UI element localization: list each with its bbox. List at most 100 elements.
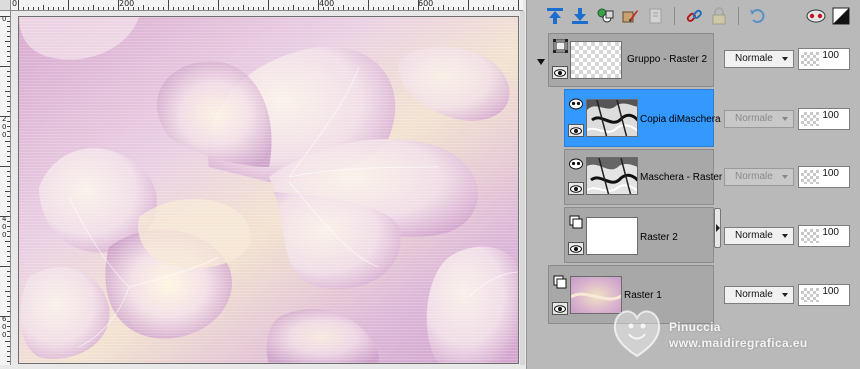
ruler-tick <box>513 7 514 10</box>
opacity-field[interactable]: 100 <box>798 48 850 70</box>
ruler-tick <box>7 76 10 77</box>
ruler-tick <box>63 7 64 10</box>
ruler-tick <box>473 7 474 10</box>
ruler-tick <box>258 7 259 10</box>
ruler-tick <box>303 7 304 10</box>
visibility-eye-icon[interactable] <box>568 182 584 195</box>
transparency-swatch <box>801 112 819 126</box>
ruler-tick <box>38 7 39 10</box>
undo-arrow-icon[interactable] <box>747 5 769 27</box>
ruler-tick <box>228 7 229 10</box>
ruler-tick <box>183 7 184 10</box>
ruler-tick <box>223 7 224 10</box>
ruler-tick <box>388 7 389 10</box>
ruler-tick <box>7 281 10 282</box>
ruler-tick <box>128 7 129 10</box>
layer-row-maschera-raster[interactable]: Maschera - Raster <box>564 149 722 205</box>
ruler-tick <box>378 7 379 10</box>
ruler-tick <box>208 7 209 10</box>
opacity-value: 100 <box>822 286 839 297</box>
layer-row-raster-2[interactable]: Raster 2 <box>564 207 714 263</box>
ruler-tick <box>5 191 10 192</box>
ruler-tick <box>7 176 10 177</box>
opacity-value: 100 <box>822 227 839 238</box>
mask-layer-icon <box>568 156 584 171</box>
ruler-tick <box>7 81 10 82</box>
expand-group-arrow-icon[interactable] <box>537 59 545 65</box>
ruler-tick <box>7 321 10 322</box>
ruler-tick <box>488 7 489 10</box>
blend-mode-select[interactable]: Normale <box>724 227 794 245</box>
ruler-tick <box>508 7 509 10</box>
ruler-tick <box>493 5 494 10</box>
contrast-icon[interactable] <box>830 5 852 27</box>
ruler-tick <box>7 131 10 132</box>
ruler-label: 0 <box>2 131 7 139</box>
ruler-tick <box>58 7 59 10</box>
ruler-tick <box>7 146 10 147</box>
opacity-field[interactable]: 100 <box>798 166 850 188</box>
opacity-field[interactable]: 100 <box>798 108 850 130</box>
visibility-eye-icon[interactable] <box>568 124 584 137</box>
ruler-tick <box>478 7 479 10</box>
blend-mode-select[interactable]: Normale <box>724 50 794 68</box>
layer-row-gruppo-raster-2[interactable]: Gruppo - Raster 2 <box>548 33 714 87</box>
ruler-tick <box>7 286 10 287</box>
visibility-eye-icon[interactable] <box>552 66 568 79</box>
link-layer-icon[interactable] <box>594 5 616 27</box>
move-layer-up-icon[interactable] <box>544 5 566 27</box>
ruler-tick <box>188 7 189 10</box>
canvas-image[interactable] <box>18 16 519 364</box>
ruler-tick <box>7 201 10 202</box>
ruler-tick <box>7 21 10 22</box>
blend-mode-select: Normale <box>724 110 794 128</box>
ruler-tick <box>178 7 179 10</box>
ruler-tick <box>0 66 10 67</box>
ruler-tick <box>7 126 10 127</box>
ruler-tick <box>203 7 204 10</box>
ruler-corner <box>0 0 11 11</box>
ruler-tick <box>7 171 10 172</box>
move-layer-down-icon[interactable] <box>569 5 591 27</box>
layer-thumbnail <box>586 217 638 255</box>
ruler-tick <box>148 7 149 10</box>
ruler-tick <box>7 331 10 332</box>
ruler-tick <box>158 7 159 10</box>
ruler-tick <box>393 5 394 10</box>
ruler-label: 0 <box>2 123 7 131</box>
ruler-tick <box>7 346 10 347</box>
blend-mode-value: Normale <box>735 289 773 300</box>
palette-collapse-handle[interactable] <box>714 208 721 248</box>
visibility-eye-icon[interactable] <box>552 302 568 315</box>
ruler-tick <box>5 91 10 92</box>
ruler-tick <box>78 7 79 10</box>
ruler-tick <box>218 0 219 10</box>
ruler-tick <box>7 211 10 212</box>
ruler-tick <box>7 306 10 307</box>
ruler-tick <box>7 311 10 312</box>
new-layer-icon <box>644 5 666 27</box>
mask-toggle-icon[interactable] <box>805 5 827 27</box>
ruler-label: 0 <box>2 231 7 239</box>
lock-icon <box>708 5 730 27</box>
ruler-tick <box>443 5 444 10</box>
blend-mode-value: Normale <box>735 53 773 64</box>
layer-row-copia-dimaschera[interactable]: Copia diMaschera <box>564 89 721 147</box>
ruler-tick <box>433 7 434 10</box>
opacity-field[interactable]: 100 <box>798 225 850 247</box>
ruler-tick <box>418 0 419 10</box>
visibility-eye-icon[interactable] <box>568 242 584 255</box>
layer-name: Raster 2 <box>640 232 678 243</box>
brush-icon[interactable] <box>619 5 641 27</box>
ruler-tick <box>483 7 484 10</box>
ruler-tick <box>453 7 454 10</box>
ruler-tick <box>408 7 409 10</box>
chain-link-icon[interactable] <box>683 5 705 27</box>
ruler-tick <box>323 7 324 10</box>
ruler-tick <box>138 7 139 10</box>
ruler-tick <box>7 271 10 272</box>
ruler-tick <box>98 7 99 10</box>
canvas-vertical-scrollbar[interactable] <box>520 11 525 365</box>
raster-layer-icon <box>568 214 584 229</box>
layer-thumbnail <box>586 99 638 137</box>
